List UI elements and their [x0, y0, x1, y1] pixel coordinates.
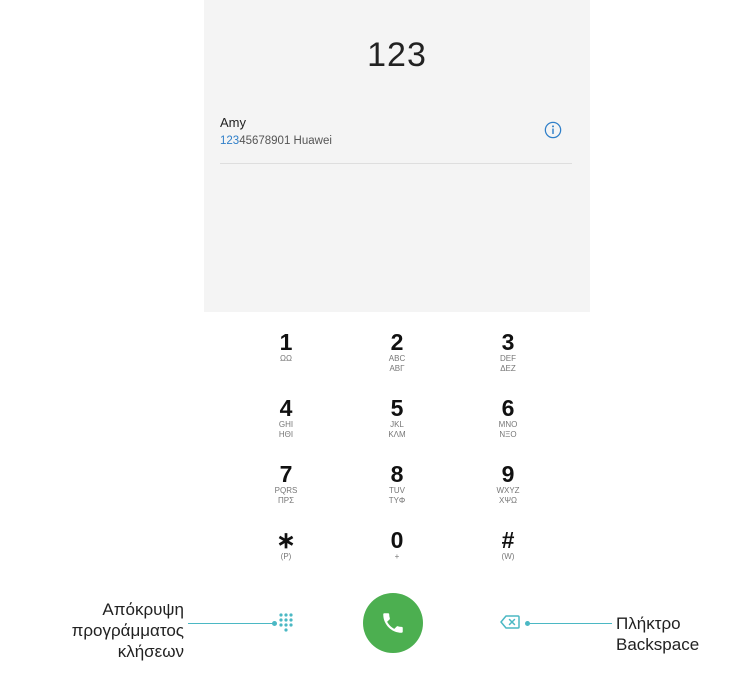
key-digit: # — [501, 527, 515, 553]
key-7[interactable]: 7 PQRS ΠPΣ — [241, 462, 331, 522]
key-letters-latin: DEF — [500, 354, 516, 363]
key-letters-latin: JKL — [390, 420, 404, 429]
key-hash[interactable]: # (W) — [463, 528, 553, 588]
key-8[interactable]: 8 TUV TYΦ — [352, 462, 442, 522]
backspace-icon[interactable] — [500, 615, 520, 629]
key-letters-greek: ABΓ — [389, 364, 405, 373]
key-letters-latin: GHI — [278, 420, 294, 429]
contact-number: 12345678901 Huawei — [220, 135, 332, 147]
key-letters-latin: TUV — [389, 486, 405, 495]
contact-name: Amy — [220, 115, 246, 130]
key-digit: 6 — [501, 395, 515, 421]
key-digit: 0 — [390, 527, 404, 553]
contact-number-match: 123 — [220, 135, 240, 147]
contact-number-rest: 45678901 Huawei — [239, 135, 332, 147]
voicemail-icon: ΩΩ — [280, 354, 292, 363]
key-letters-greek: XΨΩ — [499, 496, 517, 505]
key-sub-label: (W) — [501, 552, 515, 561]
key-digit: 2 — [390, 329, 404, 355]
dialer-screen: 123 Amy 12345678901 Huawei 1 ΩΩ 2 ABC AB… — [204, 0, 590, 684]
leader-line-left — [188, 623, 274, 624]
key-letters-latin: PQRS — [274, 486, 298, 495]
key-digit: 3 — [501, 329, 515, 355]
key-0[interactable]: 0 + — [352, 528, 442, 588]
call-button[interactable] — [363, 593, 423, 653]
callout-backspace: Πλήκτρο Backspace — [616, 613, 744, 655]
key-9[interactable]: 9 WXYZ XΨΩ — [463, 462, 553, 522]
contact-suggestion[interactable]: Amy 12345678901 Huawei — [220, 115, 572, 164]
dialed-number: 123 — [367, 36, 427, 74]
key-digit: 5 — [390, 395, 404, 421]
key-letters-latin: WXYZ — [496, 486, 520, 495]
key-digit: 1 — [279, 329, 293, 355]
dialer-bottom-bar — [204, 590, 590, 660]
key-digit: 8 — [390, 461, 404, 487]
key-letters-greek: KΛM — [388, 430, 406, 439]
callout-line: κλήσεων — [117, 642, 184, 661]
leader-dot-right — [525, 621, 530, 626]
key-5[interactable]: 5 JKL KΛM — [352, 396, 442, 456]
key-letters-greek: ΔEZ — [500, 364, 516, 373]
callout-hide-dialpad: Απόκρυψη προγράμματος κλήσεων — [0, 599, 184, 662]
key-sub-label: + — [394, 552, 400, 561]
key-letters-greek: HΘI — [278, 430, 294, 439]
info-icon[interactable] — [544, 121, 562, 139]
callout-line: Πλήκτρο — [616, 614, 681, 633]
key-letters-latin: MNO — [498, 420, 518, 429]
dialer-display: 123 Amy 12345678901 Huawei — [204, 0, 590, 312]
leader-dot-left — [272, 621, 277, 626]
key-letters-greek: TYΦ — [388, 496, 406, 505]
key-letters-greek: ΠPΣ — [277, 496, 295, 505]
key-letters-latin: ABC — [388, 354, 406, 363]
key-sub-label: (P) — [280, 552, 292, 561]
key-digit: 9 — [501, 461, 515, 487]
key-2[interactable]: 2 ABC ABΓ — [352, 330, 442, 390]
dialpad-icon[interactable] — [278, 612, 294, 632]
phone-icon — [383, 613, 403, 633]
key-1[interactable]: 1 ΩΩ — [241, 330, 331, 390]
key-digit: 4 — [279, 395, 293, 421]
key-digit: 7 — [279, 461, 293, 487]
key-letters-greek: NΞΟ — [499, 430, 517, 439]
callout-line: Backspace — [616, 635, 700, 654]
key-4[interactable]: 4 GHI HΘI — [241, 396, 331, 456]
key-3[interactable]: 3 DEF ΔEZ — [463, 330, 553, 390]
callout-line: προγράμματος — [71, 621, 184, 640]
key-star[interactable]: ∗ (P) — [241, 528, 331, 588]
key-digit: ∗ — [276, 527, 296, 553]
key-6[interactable]: 6 MNO NΞΟ — [463, 396, 553, 456]
callout-line: Απόκρυψη — [102, 600, 184, 619]
leader-line-right — [528, 623, 612, 624]
